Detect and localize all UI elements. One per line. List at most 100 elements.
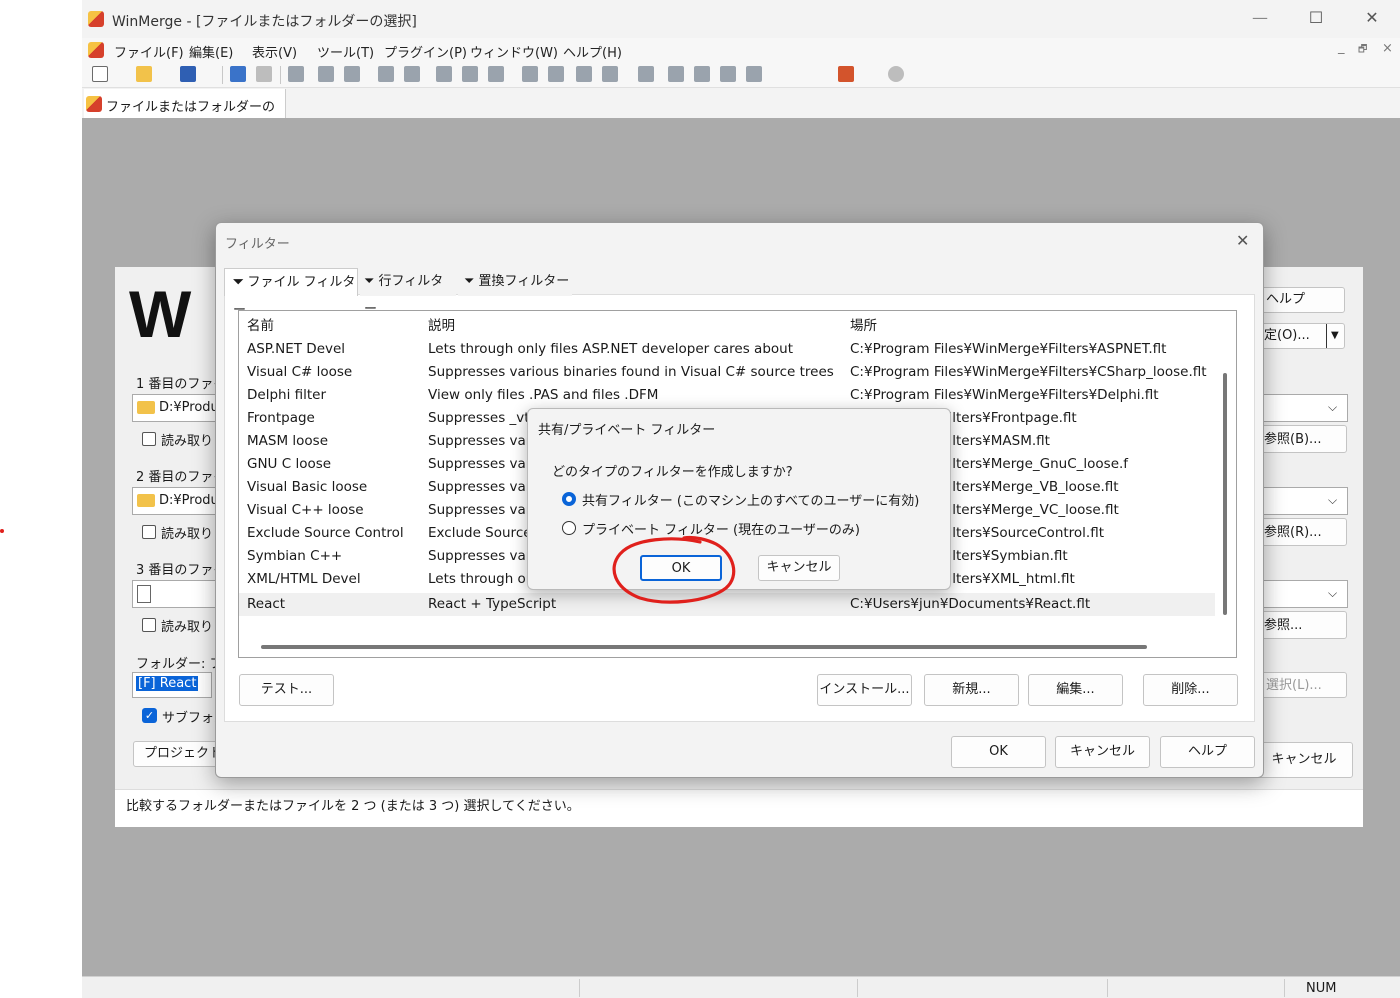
- copy-right-icon[interactable]: [462, 66, 478, 82]
- settings-dropdown-icon[interactable]: ▼: [1326, 324, 1339, 348]
- undo-icon[interactable]: [230, 66, 246, 82]
- browse-button[interactable]: 参照...: [1255, 611, 1347, 639]
- browse-label: 参照...: [1264, 618, 1303, 633]
- readonly-checkbox-2[interactable]: [142, 525, 156, 539]
- filter-ok-button[interactable]: OK: [951, 736, 1046, 768]
- vertical-scrollbar-thumb[interactable]: [1223, 373, 1227, 615]
- minimize-button[interactable]: —: [1240, 8, 1280, 30]
- header-name[interactable]: 名前: [247, 315, 422, 338]
- tab-replace-filter-label: 置換フィルター: [478, 274, 570, 289]
- bookmark-icon[interactable]: [638, 66, 654, 82]
- readonly-checkbox-1[interactable]: [142, 432, 156, 446]
- refresh-icon[interactable]: [888, 66, 904, 82]
- table-row[interactable]: ASP.NET Devel Lets through only files ASP…: [239, 338, 1215, 361]
- select-l-label: 選択(L)...: [1266, 678, 1322, 693]
- subfolder-checkbox[interactable]: ✓: [142, 708, 157, 723]
- settings-split-button[interactable]: 定(O)... ▼: [1255, 323, 1345, 349]
- red-dot: [0, 529, 4, 533]
- document-menu-icon[interactable]: [88, 42, 104, 58]
- shared-filter-radio[interactable]: [562, 492, 576, 506]
- tab-file-filter[interactable]: ⏷ ファイル フィルター: [224, 268, 358, 318]
- winmerge-logo: W: [129, 277, 192, 351]
- menu-help[interactable]: ヘルプ(H): [563, 42, 622, 61]
- menu-window[interactable]: ウィンドウ(W): [470, 42, 558, 61]
- file-filter-icon: ⏷: [233, 275, 244, 290]
- mdi-minimize-button[interactable]: _: [1338, 40, 1345, 55]
- new-icon[interactable]: [92, 66, 108, 82]
- new-button[interactable]: 新規...: [924, 674, 1019, 706]
- table-row[interactable]: Visual C# loose Suppresses various binari…: [239, 361, 1215, 384]
- compare-icon[interactable]: [288, 66, 304, 82]
- all-left-icon[interactable]: [602, 66, 618, 82]
- sub-cancel-button[interactable]: キャンセル: [758, 555, 840, 581]
- browse-b-button[interactable]: 参照(B)...: [1255, 425, 1347, 453]
- three-pane-icon[interactable]: [746, 66, 762, 82]
- chevron-down-icon[interactable]: ⌵: [1328, 400, 1337, 415]
- row-name: ASP.NET Devel: [247, 341, 346, 357]
- header-location[interactable]: 場所: [850, 315, 1220, 338]
- help-label-back: ヘルプ: [1266, 292, 1306, 307]
- mdi-close-button[interactable]: ×: [1382, 41, 1393, 56]
- tab-select-files[interactable]: ファイルまたはフォルダーの選択: [84, 89, 286, 134]
- menu-plugins[interactable]: プラグイン(P): [384, 42, 467, 61]
- filter-help-button[interactable]: ヘルプ: [1160, 736, 1255, 768]
- menu-file[interactable]: ファイル(F): [114, 42, 184, 61]
- row-name: React: [247, 596, 286, 612]
- filter-dialog-close-button[interactable]: ✕: [1236, 231, 1249, 250]
- new-button-label: 新規...: [952, 682, 991, 697]
- middle-pane-icon[interactable]: [694, 66, 710, 82]
- row-name: Symbian C++: [247, 548, 343, 564]
- second-path-label: 2 番目のファイ: [136, 470, 227, 485]
- tab-line-filter[interactable]: ⏷ 行フィルター: [360, 268, 456, 317]
- cancel-button-back[interactable]: キャンセル: [1255, 742, 1353, 778]
- header-description[interactable]: 説明: [428, 315, 848, 338]
- first-diff-icon[interactable]: [378, 66, 394, 82]
- redo-icon[interactable]: [256, 66, 272, 82]
- last-diff-icon[interactable]: [404, 66, 420, 82]
- sub-cancel-label: キャンセル: [766, 560, 832, 575]
- row-name: Exclude Source Control: [247, 525, 404, 541]
- copy-right-advance-icon[interactable]: [522, 66, 538, 82]
- filter-cancel-button[interactable]: キャンセル: [1055, 736, 1150, 768]
- num-lock-indicator: NUM: [1306, 981, 1337, 996]
- chevron-down-icon[interactable]: ⌵: [1328, 586, 1337, 601]
- help-button-back[interactable]: ヘルプ: [1255, 287, 1345, 313]
- right-pane-icon[interactable]: [720, 66, 736, 82]
- status-separator: [579, 979, 580, 997]
- delete-button[interactable]: 削除...: [1143, 674, 1238, 706]
- select-l-button[interactable]: 選択(L)...: [1261, 672, 1347, 698]
- save-icon[interactable]: [180, 66, 196, 82]
- tab-replace-filter[interactable]: ⏷ 置換フィルター: [458, 268, 572, 296]
- menu-bar: ファイル(F) 編集(E) 表示(V) ツール(T) プラグイン(P) ウィンド…: [82, 38, 1400, 62]
- second-path-value: D:¥Produ: [159, 493, 219, 508]
- next-diff-icon[interactable]: [318, 66, 334, 82]
- readonly-checkbox-3[interactable]: [142, 618, 156, 632]
- prev-diff-icon[interactable]: [344, 66, 360, 82]
- close-button[interactable]: ✕: [1352, 8, 1392, 30]
- maximize-button[interactable]: ☐: [1296, 8, 1336, 30]
- horizontal-scrollbar-thumb[interactable]: [261, 645, 1147, 649]
- mdi-restore-button[interactable]: 🗗: [1358, 42, 1367, 59]
- row-name: Frontpage: [247, 410, 315, 426]
- install-button[interactable]: インストール...: [817, 674, 912, 706]
- left-pane-icon[interactable]: [668, 66, 684, 82]
- edit-button[interactable]: 編集...: [1028, 674, 1123, 706]
- table-row[interactable]: Delphi filter View only files .PAS and fi…: [239, 384, 1215, 407]
- private-filter-radio[interactable]: [562, 521, 576, 535]
- copy-left-icon[interactable]: [488, 66, 504, 82]
- back-status-message: 比較するフォルダーまたはファイルを 2 つ (または 3 つ) 選択してください…: [126, 799, 580, 814]
- test-button-label: テスト...: [260, 682, 313, 697]
- row-name: XML/HTML Devel: [247, 571, 361, 587]
- options-icon[interactable]: [838, 66, 854, 82]
- open-folder-icon[interactable]: [136, 66, 152, 82]
- browse-r-button[interactable]: 参照(R)...: [1255, 518, 1347, 546]
- filter-help-label: ヘルプ: [1187, 744, 1227, 759]
- menu-view[interactable]: 表示(V): [252, 42, 297, 61]
- current-diff-icon[interactable]: [436, 66, 452, 82]
- chevron-down-icon[interactable]: ⌵: [1328, 493, 1337, 508]
- menu-edit[interactable]: 編集(E): [189, 42, 233, 61]
- copy-left-advance-icon[interactable]: [548, 66, 564, 82]
- test-button[interactable]: テスト...: [239, 674, 334, 706]
- menu-tools[interactable]: ツール(T): [317, 42, 374, 61]
- all-right-icon[interactable]: [576, 66, 592, 82]
